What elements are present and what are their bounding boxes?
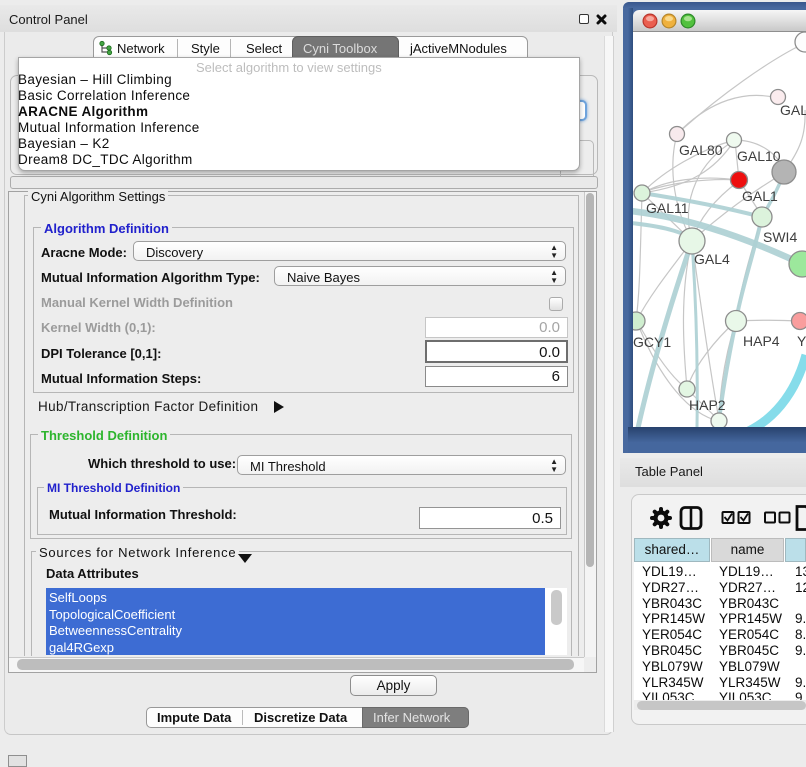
svg-text:HAP4: HAP4 bbox=[743, 333, 780, 349]
svg-text:GAL1: GAL1 bbox=[742, 188, 778, 204]
svg-text:GCY1: GCY1 bbox=[633, 334, 671, 350]
svg-text:HAP2: HAP2 bbox=[689, 397, 726, 413]
svg-text:GAL10: GAL10 bbox=[737, 148, 781, 164]
svg-text:GAL80: GAL80 bbox=[679, 142, 723, 158]
svg-text:SWI4: SWI4 bbox=[763, 229, 797, 245]
svg-text:GAL11: GAL11 bbox=[646, 200, 689, 216]
svg-text:GAL4: GAL4 bbox=[694, 251, 730, 267]
svg-text:GAL7: GAL7 bbox=[780, 102, 806, 118]
svg-text:YM: YM bbox=[797, 333, 806, 349]
